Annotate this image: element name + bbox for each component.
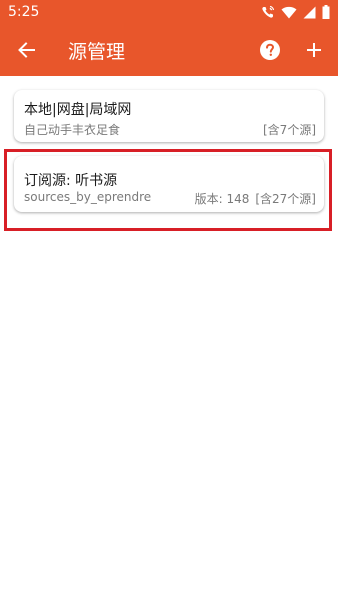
help-button[interactable] (248, 26, 292, 74)
signal-icon (303, 6, 316, 18)
source-count: [含7个源] (263, 123, 316, 137)
wifi-icon (281, 6, 297, 18)
plus-icon (307, 43, 321, 57)
page-title: 源管理 (68, 40, 126, 63)
back-button[interactable] (2, 26, 50, 74)
add-button[interactable] (292, 26, 336, 74)
source-title: 本地|网盘|局域网 (24, 102, 132, 118)
arrow-back-icon (18, 42, 35, 58)
status-bar: 5:25 (0, 0, 338, 24)
status-icons (261, 5, 330, 19)
battery-icon (322, 5, 330, 19)
source-card-local[interactable]: 本地|网盘|局域网 自己动手丰衣足食 [含7个源] (14, 90, 324, 142)
app-bar: 源管理 (0, 24, 338, 76)
highlight-box (4, 149, 332, 231)
call-wifi-icon (262, 5, 275, 18)
source-meta: [含7个源] (263, 121, 316, 138)
source-subtitle: 自己动手丰衣足食 (24, 123, 121, 137)
help-circle-icon (260, 40, 280, 60)
status-time: 5:25 (8, 4, 40, 20)
